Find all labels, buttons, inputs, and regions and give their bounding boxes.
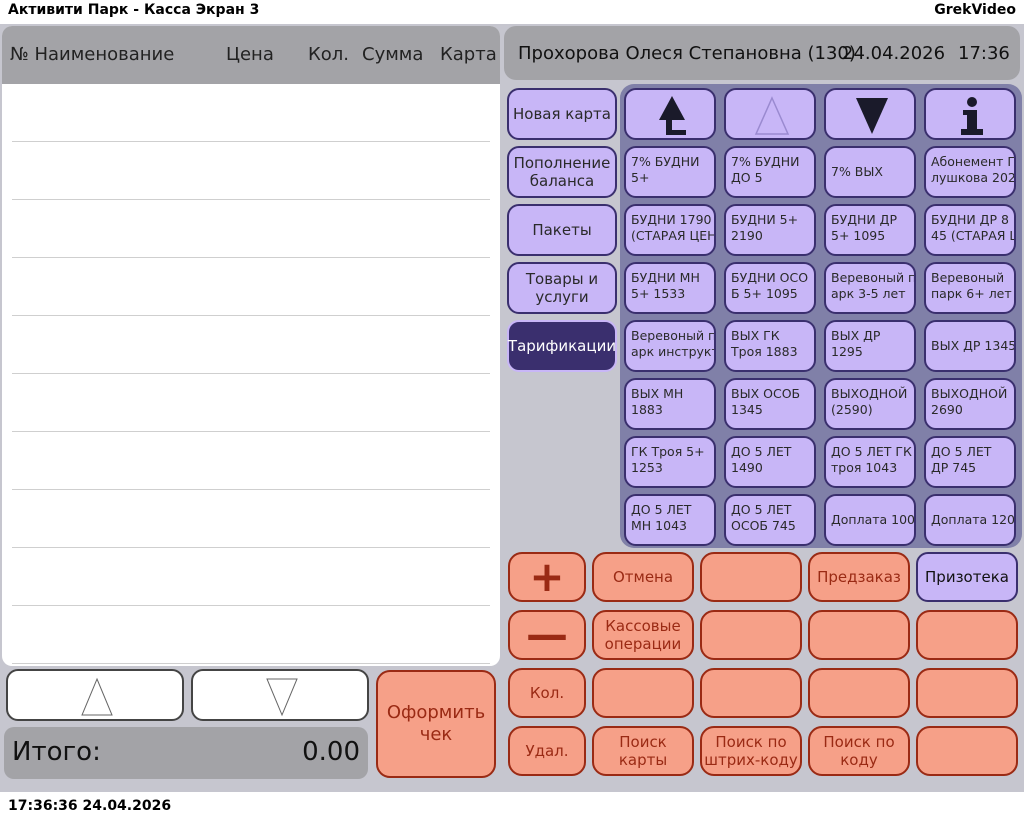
prize-button[interactable]: Призотека [916,552,1018,602]
empty-button[interactable] [700,552,802,602]
empty-button[interactable] [916,610,1018,660]
col-name: № Наименование [10,44,175,65]
tariff-button[interactable]: ГК Троя 5+ 1253 [624,436,716,488]
category-button[interactable]: Новая карта [507,88,617,140]
receipt-scroll-down-button[interactable] [191,669,369,721]
nav-up-button[interactable] [724,88,816,140]
receipt-line[interactable] [12,548,490,606]
tariff-button[interactable]: ВЫХ ДР 1295 [824,320,916,372]
plus-icon: + [529,552,565,601]
arrow-up-top-icon [659,96,686,135]
quantity-button[interactable]: Кол. [508,668,586,718]
search-card-button[interactable]: Поиск карты [592,726,694,776]
tariff-button[interactable]: БУДНИ 5+ 2190 [724,204,816,256]
receipt-line[interactable] [12,606,490,664]
brand-label: GrekVideo [934,2,1016,18]
plus-button[interactable]: + [508,552,586,602]
cashier-header: Прохорова Олеся Степановна (130) 24.04.2… [504,26,1020,80]
receipt-line[interactable] [12,374,490,432]
receipt-line[interactable] [12,200,490,258]
checkout-button[interactable]: Оформить чек [376,670,496,778]
category-button[interactable]: Товары и услуги [507,262,617,314]
preorder-button[interactable]: Предзаказ [808,552,910,602]
tariff-button[interactable]: ВЫХОДНОЙ 2690 [924,378,1016,430]
tariff-button[interactable]: ВЫХОДНОЙ (2590) [824,378,916,430]
cancel-button[interactable]: Отмена [592,552,694,602]
tariff-button[interactable]: ВЫХ ОСОБ 1345 [724,378,816,430]
cashier-name: Прохорова Олеся Степановна (130) [518,43,856,64]
nav-down-button[interactable] [824,88,916,140]
receipt-line[interactable] [12,142,490,200]
empty-button[interactable] [700,610,802,660]
search-barcode-button[interactable]: Поиск по штрих-коду [700,726,802,776]
empty-button[interactable] [916,668,1018,718]
status-bar: 17:36:36 24.04.2026 [0,794,1024,816]
info-icon [961,97,983,135]
receipt-header: № Наименование Цена Кол. Сумма Карта [2,26,500,84]
total-value: 0.00 [302,737,360,767]
receipt-line[interactable] [12,84,490,142]
delete-button[interactable]: Удал. [508,726,586,776]
info-button[interactable] [924,88,1016,140]
tariff-button[interactable]: БУДНИ ДР 5+ 1095 [824,204,916,256]
col-price: Цена [226,44,274,65]
header-date: 24.04.2026 [842,43,946,64]
tariff-button[interactable]: 7% БУДНИ 5+ [624,146,716,198]
receipt-line[interactable] [12,432,490,490]
empty-button[interactable] [808,668,910,718]
title-bar: Активити Парк - Касса Экран 3 GrekVideo [0,0,1024,22]
tariff-button[interactable]: Доплата 100 [824,494,916,546]
search-code-button[interactable]: Поиск по коду [808,726,910,776]
tariff-button[interactable]: Доплата 1200 [924,494,1016,546]
arrow-up-outline-icon [754,96,790,135]
nav-top-button[interactable] [624,88,716,140]
total-bar: Итого: 0.00 [4,727,368,779]
receipt-scroll-up-button[interactable] [6,669,184,721]
tariff-button[interactable]: БУДНИ МН 5+ 1533 [624,262,716,314]
receipt-line[interactable] [12,258,490,316]
tariff-button[interactable]: ДО 5 ЛЕТ 1490 [724,436,816,488]
tariff-button[interactable]: 7% ВЫХ [824,146,916,198]
tariff-button[interactable]: ВЫХ ДР 1345 [924,320,1016,372]
tariff-button[interactable]: ДО 5 ЛЕТ ОСОБ 745 [724,494,816,546]
category-button[interactable]: Пакеты [507,204,617,256]
tariff-button[interactable]: ДО 5 ЛЕТ МН 1043 [624,494,716,546]
empty-button[interactable] [592,668,694,718]
arrow-up-outline-icon [81,677,113,716]
category-button[interactable]: Пополнение баланса [507,146,617,198]
tariff-button[interactable]: БУДНИ ДР 8 45 (СТАРАЯ ЦЕНА) [924,204,1016,256]
col-card: Карта [440,44,497,65]
empty-button[interactable] [808,610,910,660]
tariff-button[interactable]: Веревоный п арк 3-5 лет [824,262,916,314]
header-time: 17:36 [958,43,1010,64]
tariff-button[interactable]: ВЫХ МН 1883 [624,378,716,430]
tariff-button[interactable]: ВЫХ ГК Троя 1883 [724,320,816,372]
arrow-down-icon [856,98,888,134]
col-qty: Кол. [308,44,350,65]
tariff-button[interactable]: БУДНИ 1790 (СТАРАЯ ЦЕНА) [624,204,716,256]
receipt-panel: № Наименование Цена Кол. Сумма Карта [2,26,500,666]
tariff-button[interactable]: БУДНИ ОСО Б 5+ 1095 [724,262,816,314]
status-clock: 17:36:36 24.04.2026 [8,798,172,814]
cash-operations-button[interactable]: Кассовые операции [592,610,694,660]
tariff-button[interactable]: Абонемент Г лушкова 2026 [924,146,1016,198]
tariff-button[interactable]: Веревоный п арк инструктор [624,320,716,372]
receipt-list[interactable] [12,84,490,664]
empty-button[interactable] [916,726,1018,776]
tariff-button[interactable]: ДО 5 ЛЕТ ГК троя 1043 [824,436,916,488]
col-sum: Сумма [362,44,424,65]
receipt-line[interactable] [12,316,490,374]
category-button[interactable]: Тарификации [507,320,617,372]
receipt-line[interactable] [12,490,490,548]
arrow-down-outline-icon [266,678,298,717]
tariff-button[interactable]: 7% БУДНИ ДО 5 [724,146,816,198]
window-title: Активити Парк - Касса Экран 3 [8,2,260,18]
tariff-button[interactable]: Веревоный парк 6+ лет [924,262,1016,314]
total-label: Итого: [12,737,101,767]
minus-icon: — [526,610,568,659]
minus-button[interactable]: — [508,610,586,660]
tariff-button[interactable]: ДО 5 ЛЕТ ДР 745 [924,436,1016,488]
empty-button[interactable] [700,668,802,718]
